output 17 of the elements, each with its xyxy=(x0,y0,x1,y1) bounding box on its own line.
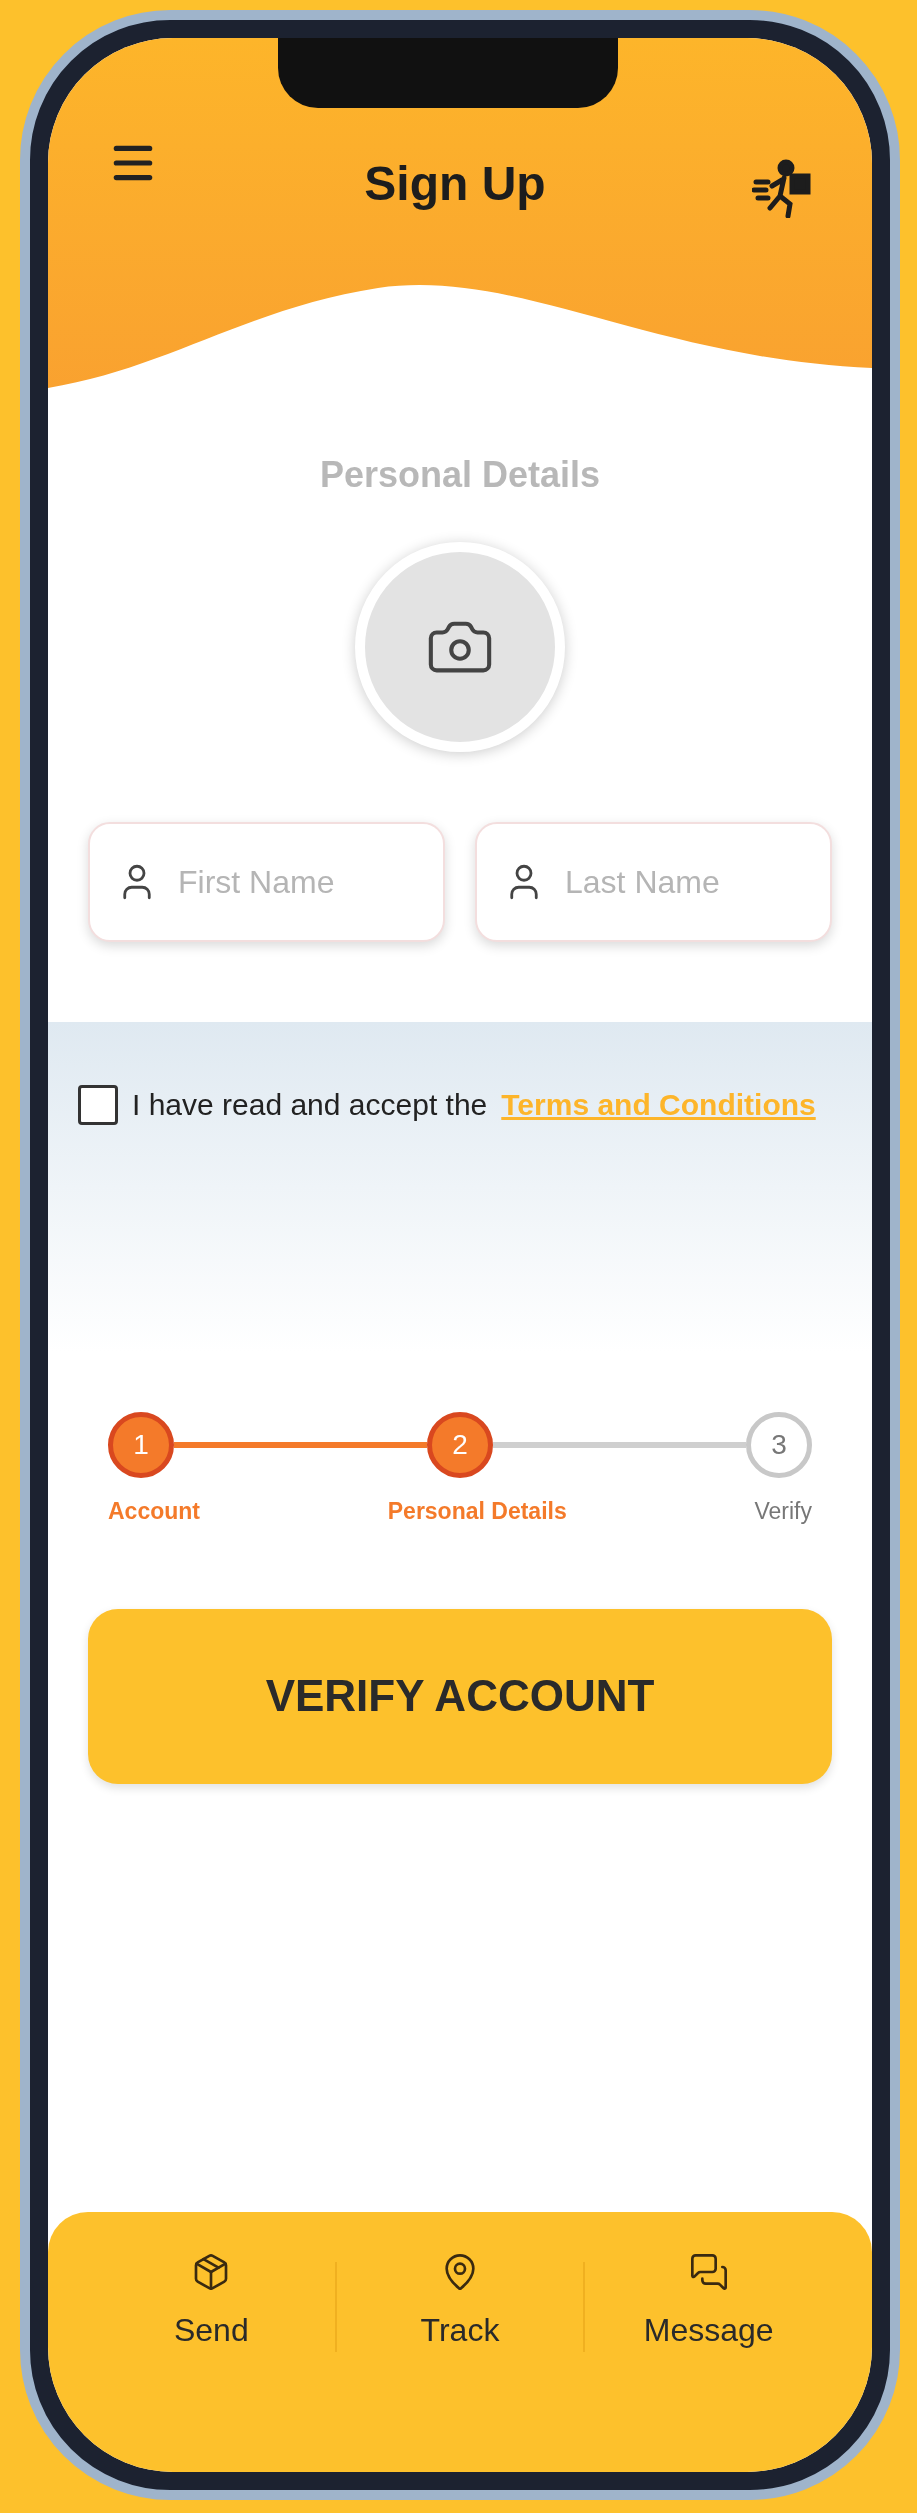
chat-icon xyxy=(688,2252,729,2292)
name-input[interactable]: Last Name xyxy=(565,858,804,906)
name-field[interactable]: First Name xyxy=(88,822,445,942)
name-field[interactable]: Last Name xyxy=(475,822,832,942)
page-title: Sign Up xyxy=(364,156,546,212)
step-label: Account xyxy=(108,1497,200,1526)
nav-item[interactable]: Track xyxy=(336,2252,584,2354)
nav-item[interactable]: Send xyxy=(88,2252,335,2354)
terms-text: I have read and accept the xyxy=(132,1087,488,1123)
step-label: Personal Details xyxy=(387,1497,567,1526)
courier-button[interactable] xyxy=(752,158,812,218)
name-input[interactable]: First Name xyxy=(178,858,417,906)
verify-account-button[interactable]: VERIFY ACCOUNT xyxy=(88,1608,832,1784)
step-label: Verify xyxy=(754,1497,812,1526)
nav-item[interactable]: Message xyxy=(585,2252,832,2354)
terms-checkbox[interactable] xyxy=(78,1084,118,1125)
section-title: Personal Details xyxy=(318,453,602,497)
